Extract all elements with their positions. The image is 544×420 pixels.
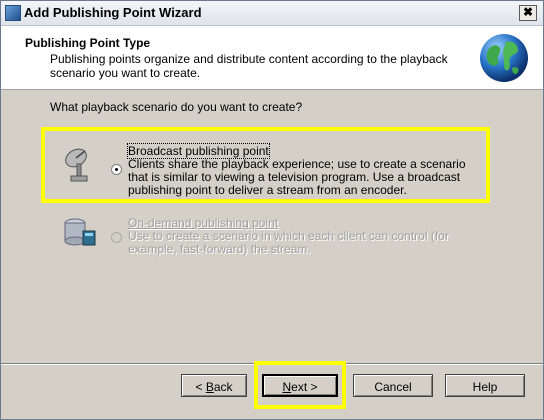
header-description: Publishing points organize and distribut… xyxy=(50,52,448,80)
next-button[interactable]: Next > xyxy=(262,374,338,397)
broadcast-option-description: Clients share the playback experience; u… xyxy=(128,157,466,197)
window-title: Add Publishing Point Wizard xyxy=(24,5,202,20)
cancel-button[interactable]: Cancel xyxy=(353,374,433,397)
globe-icon xyxy=(480,34,528,82)
close-button[interactable]: ✖ xyxy=(519,5,537,21)
wizard-window: Add Publishing Point Wizard ✖ Publishing… xyxy=(0,0,544,420)
header-title: Publishing Point Type xyxy=(25,36,151,50)
title-bar[interactable]: Add Publishing Point Wizard ✖ xyxy=(1,1,543,26)
satellite-dish-icon xyxy=(65,148,88,182)
back-button[interactable]: < Back xyxy=(181,374,247,397)
wizard-header: Publishing Point Type Publishing points … xyxy=(1,26,543,90)
on-demand-option-label[interactable]: On-demand publishing point xyxy=(128,216,278,230)
server-disks-icon xyxy=(64,218,96,246)
on-demand-option-description: Use to create a scenario in which each c… xyxy=(128,229,449,256)
help-button[interactable]: Help xyxy=(445,374,525,397)
broadcast-radio[interactable] xyxy=(111,164,122,175)
broadcast-option-label[interactable]: Broadcast publishing point xyxy=(127,143,270,159)
app-icon xyxy=(5,5,21,21)
on-demand-radio[interactable] xyxy=(111,232,122,243)
scenario-question: What playback scenario do you want to cr… xyxy=(50,100,303,114)
